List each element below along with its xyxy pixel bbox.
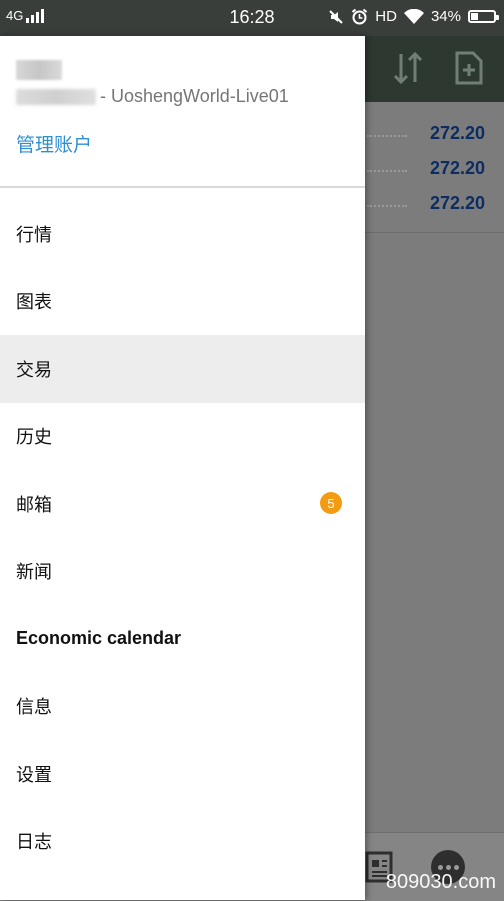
account-server: - UoshengWorld-Live01 — [16, 86, 289, 107]
menu-item-trade[interactable]: 交易 — [0, 335, 365, 403]
menu-item-news[interactable]: 新闻 — [0, 538, 365, 606]
unread-badge: 5 — [320, 492, 342, 514]
menu-item-label: 历史 — [16, 427, 52, 449]
wifi-icon — [403, 8, 424, 24]
menu-item-label: 邮箱 — [16, 494, 52, 516]
quote-price: 272.20 — [429, 123, 485, 143]
battery-icon — [468, 10, 499, 23]
alarm-icon — [352, 8, 368, 25]
list-divider — [365, 232, 504, 233]
menu-item-label: 日志 — [16, 832, 52, 854]
account-number-redacted — [16, 88, 96, 105]
status-icons: HD 34% — [328, 8, 499, 25]
drawer-menu: 行情图表交易历史邮箱 5 新闻 Economic calendar 信息设置日志 — [0, 200, 365, 875]
menu-item-quotes[interactable]: 行情 — [0, 200, 365, 268]
menu-item-history[interactable]: 历史 — [0, 403, 365, 471]
quote-row[interactable]: 272.20 — [365, 151, 504, 186]
server-name: - UoshengWorld-Live01 — [100, 86, 289, 106]
menu-item-mailbox[interactable]: 邮箱 5 — [0, 470, 365, 538]
quote-row[interactable]: 272.20 — [365, 116, 504, 151]
menu-item-settings[interactable]: 设置 — [0, 740, 365, 808]
quotes-list: 272.20 272.20 272.20 — [365, 116, 504, 221]
menu-item-label: 行情 — [16, 224, 52, 246]
menu-item-label: 设置 — [16, 764, 52, 786]
menu-item-label: Economic calendar — [16, 628, 182, 649]
quote-price: 272.20 — [429, 158, 485, 178]
menu-item-info[interactable]: 信息 — [0, 673, 365, 741]
hd-indicator: HD — [375, 8, 397, 25]
navigation-drawer: - UoshengWorld-Live01 管理账户 行情图表交易历史邮箱 5 新闻… — [0, 36, 365, 900]
manage-accounts-link[interactable]: 管理账户 — [16, 130, 92, 157]
quote-row[interactable]: 272.20 — [365, 186, 504, 221]
menu-item-label: 图表 — [16, 292, 52, 314]
menu-item-label: 新闻 — [16, 562, 52, 584]
menu-item-label: 信息 — [16, 697, 52, 719]
menu-item-economic-calendar[interactable]: Economic calendar — [0, 605, 365, 673]
status-bar: 4G 16:28 HD 34% — [0, 0, 504, 36]
mute-icon — [329, 9, 344, 24]
menu-item-journal[interactable]: 日志 — [0, 808, 365, 876]
quote-price: 272.20 — [429, 193, 485, 213]
menu-item-label: 交易 — [16, 359, 52, 381]
watermark: 809030.com — [385, 871, 496, 893]
account-name-redacted — [16, 60, 62, 80]
menu-item-charts[interactable]: 图表 — [0, 268, 365, 336]
new-order-icon[interactable] — [454, 50, 484, 86]
battery-percent: 34% — [430, 8, 461, 25]
drawer-divider — [0, 186, 365, 188]
sort-icon[interactable] — [390, 50, 426, 86]
